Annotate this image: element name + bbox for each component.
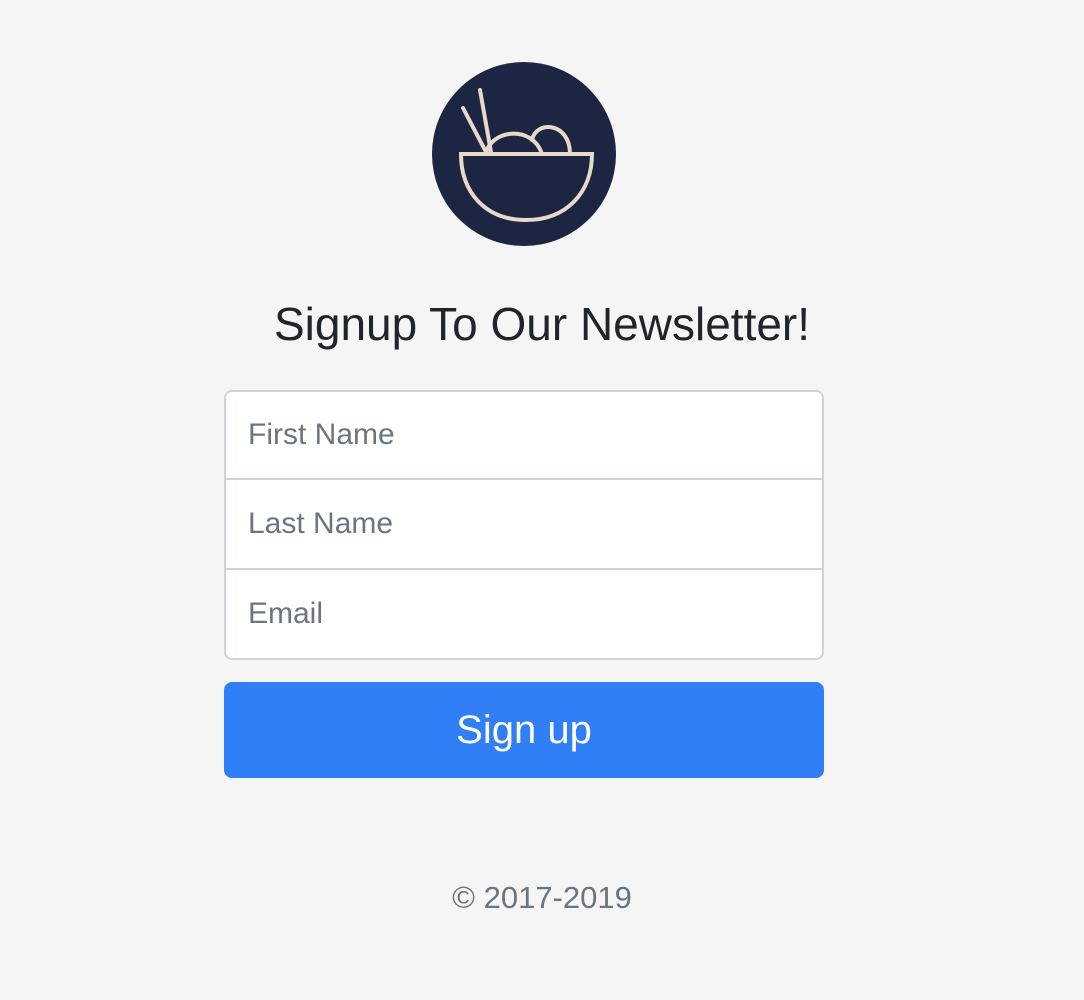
first-name-field[interactable] <box>224 390 824 480</box>
email-field[interactable] <box>224 568 824 660</box>
sign-up-button[interactable]: Sign up <box>224 682 824 778</box>
newsletter-form <box>224 390 824 660</box>
rice-bowl-icon <box>458 88 595 223</box>
page-title: Signup To Our Newsletter! <box>273 298 811 350</box>
last-name-field[interactable] <box>224 478 824 570</box>
copyright-text: © 2017-2019 <box>452 880 632 915</box>
brand-logo <box>432 62 616 246</box>
